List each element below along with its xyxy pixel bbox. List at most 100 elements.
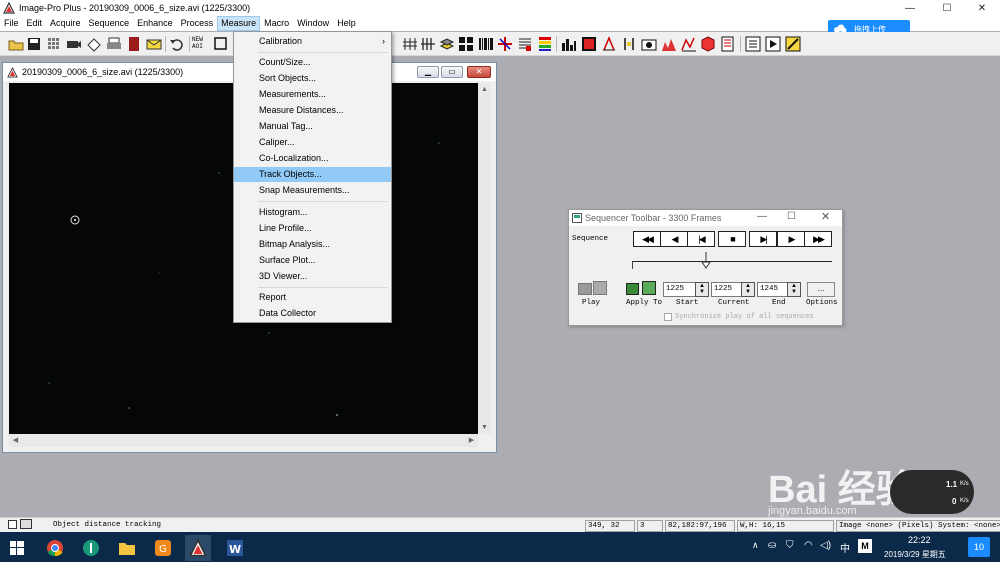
play-options-icon[interactable] [593,281,607,295]
gallery-app-icon[interactable]: G [150,535,176,561]
menu-enhance[interactable]: Enhance [133,17,177,30]
menu-item-report[interactable]: Report [234,290,391,305]
quad-view-icon[interactable] [458,36,474,52]
apply-to-all-icon[interactable] [642,281,656,295]
ruler-icon[interactable] [601,36,617,52]
color-bars-icon[interactable] [537,36,553,52]
menu-macro[interactable]: Macro [260,17,293,30]
barcode-icon[interactable] [478,36,494,52]
tray-m-icon[interactable]: M [858,539,872,553]
clock-date[interactable]: 2019/3/29 星期五 [884,549,946,560]
menu-item-data-collector[interactable]: Data Collector [234,306,391,321]
end-spinner[interactable]: ▲ ▼ [787,282,801,297]
report-icon[interactable] [720,36,736,52]
menu-sequence[interactable]: Sequence [85,17,134,30]
frame-slider[interactable] [632,252,832,269]
menu-item-measurements[interactable]: Measurements... [234,87,391,102]
sequencer-title-bar[interactable]: Sequencer Toolbar - 3300 Frames — ☐ ✕ [569,210,842,226]
scroll-down-icon[interactable]: ▼ [478,421,491,434]
menu-window[interactable]: Window [293,17,333,30]
menu-item-track-objects[interactable]: Track Objects... [234,167,391,182]
print-icon[interactable] [106,36,122,52]
maximize-button[interactable]: ☐ [932,0,962,16]
image-close-button[interactable]: ✕ [467,66,491,78]
line-profile-icon[interactable] [681,36,697,52]
seq-maximize-button[interactable]: ☐ [787,211,796,222]
horizontal-scrollbar[interactable]: ◀ ▶ [9,434,478,447]
histogram-icon[interactable] [661,36,677,52]
menu-item-bitmap-analysis[interactable]: Bitmap Analysis... [234,237,391,252]
vertical-scrollbar[interactable]: ▲ ▼ [478,83,491,434]
next-frame-button[interactable]: ▶ [777,231,805,247]
tray-ime[interactable]: 中 [840,540,850,555]
undo-icon[interactable] [169,36,185,52]
menu-item-sort-objects[interactable]: Sort Objects... [234,71,391,86]
menu-item-3d-viewer[interactable]: 3D Viewer... [234,269,391,284]
menu-item-calibration[interactable]: Calibration › [234,34,391,49]
menu-acquire[interactable]: Acquire [46,17,85,30]
seq-close-button[interactable]: ✕ [821,210,830,223]
minimize-button[interactable]: — [895,0,925,16]
seq-minimize-button[interactable]: — [757,211,767,222]
play-forward-button[interactable]: ▶| [749,231,777,247]
prev-frame-button[interactable]: ◀ [660,231,688,247]
menu-item-snap-measurements[interactable]: Snap Measurements... [234,183,391,198]
tray-volume-icon[interactable]: ◁) [820,540,831,551]
menu-file[interactable]: File [0,17,23,30]
word-icon[interactable]: W [222,535,248,561]
macro-edit-icon[interactable] [785,36,801,52]
first-frame-button[interactable]: ◀◀ [633,231,661,247]
3d-cube-icon[interactable] [700,36,716,52]
tray-shield-icon[interactable]: ⛉ [786,540,794,551]
tray-wifi-icon[interactable]: ◠ [804,540,813,551]
green-app-icon[interactable] [78,535,104,561]
layers-icon[interactable] [439,36,455,52]
menu-process[interactable]: Process [177,17,218,30]
macro-play-icon[interactable] [765,36,781,52]
last-frame-button[interactable]: ▶▶ [804,231,832,247]
apply-to-single-icon[interactable] [626,283,639,295]
grid-icon[interactable] [46,36,62,52]
caliper-tool-icon[interactable] [621,36,637,52]
tray-network-icon[interactable]: ⛀ [768,540,776,551]
menu-edit[interactable]: Edit [23,17,47,30]
windows-start-icon[interactable] [4,535,30,561]
image-restore-button[interactable]: ▭ [441,66,463,78]
calipers-icon[interactable] [420,36,436,52]
close-button[interactable]: ✕ [967,0,997,16]
options-button[interactable]: ... [807,282,835,297]
open-folder-icon[interactable] [8,36,24,52]
image-pro-task-icon[interactable] [185,535,211,561]
play-toggle-icon[interactable] [578,283,592,295]
menu-item-surface-plot[interactable]: Surface Plot... [234,253,391,268]
save-icon[interactable] [26,36,42,52]
stop-button[interactable]: ■ [718,231,746,247]
menu-item-caliper[interactable]: Caliper... [234,135,391,150]
menu-item-measure-distances[interactable]: Measure Distances... [234,103,391,118]
file-explorer-icon[interactable] [114,535,140,561]
rectangle-aoi-icon[interactable] [213,36,229,52]
bar-graph-icon[interactable] [561,36,577,52]
list-icon[interactable] [517,36,533,52]
sync-checkbox[interactable] [664,313,672,321]
clock-time[interactable]: 22:22 [908,535,931,545]
menu-item-co-localization[interactable]: Co-Localization... [234,151,391,166]
menu-measure[interactable]: Measure [217,16,261,31]
crosshair-icon[interactable] [497,36,513,52]
macro-record-icon[interactable] [745,36,761,52]
eraser-icon[interactable] [86,36,102,52]
profile-lines-icon[interactable] [402,36,418,52]
menu-item-manual-tag[interactable]: Manual Tag... [234,119,391,134]
menu-item-histogram[interactable]: Histogram... [234,205,391,220]
image-minimize-button[interactable]: ▁ [417,66,439,78]
notification-badge[interactable]: 10 [968,537,990,557]
menu-item-line-profile[interactable]: Line Profile... [234,221,391,236]
play-backward-button[interactable]: |◀ [687,231,715,247]
current-spinner[interactable]: ▲ ▼ [741,282,755,297]
tray-expand-icon[interactable]: ∧ [752,540,759,551]
new-aoi-button[interactable]: NEW AOI [192,36,210,52]
chrome-icon[interactable] [42,535,68,561]
slider-thumb[interactable] [701,252,712,270]
mail-icon[interactable] [146,36,162,52]
book-icon[interactable] [126,36,142,52]
